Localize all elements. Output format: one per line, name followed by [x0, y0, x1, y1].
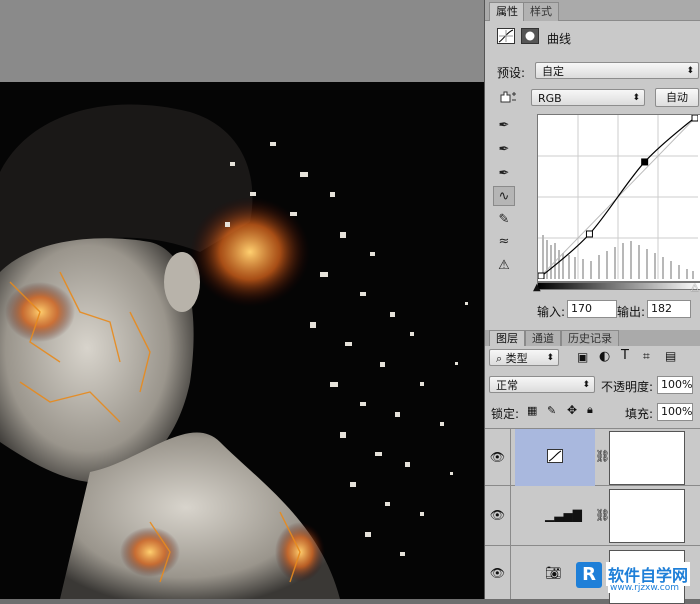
right-panel: 属性 样式 曲线 预设: 自定 ⬍ RGB ⬍ 自动 ✒ ✒ ✒ ∿ ✎ ≈ ⚠	[484, 0, 700, 604]
clipping-warning-icon[interactable]: ⚠	[493, 256, 515, 276]
layer-mask-thumbnail[interactable]	[609, 489, 685, 543]
properties-tabbar: 属性 样式	[485, 0, 700, 21]
lock-brush-icon[interactable]: ✎	[547, 404, 556, 417]
mask-link-icon[interactable]: ⛓︎	[595, 508, 610, 522]
curves-adjustment-icon	[497, 28, 515, 44]
fill-label: 填充:	[625, 407, 654, 421]
lock-position-icon[interactable]: ✥	[567, 403, 577, 417]
curve-point[interactable]	[691, 114, 699, 122]
levels-layer-icon: ▁▃▅▇	[545, 508, 582, 522]
channel-value: RGB	[538, 92, 562, 105]
filter-adjustment-icon[interactable]: ◐	[599, 349, 610, 364]
filter-smart-object-icon[interactable]: ▤	[665, 349, 676, 363]
opacity-field[interactable]: 100%	[657, 376, 693, 394]
curve-point[interactable]	[585, 230, 593, 238]
eye-icon: 👁︎	[489, 508, 506, 522]
curve-point[interactable]	[537, 272, 545, 280]
adjustment-name: 曲线	[547, 32, 572, 46]
input-field[interactable]: 170	[567, 300, 617, 318]
layer-mask-thumbnail[interactable]	[609, 431, 685, 485]
curves-layer-icon	[547, 449, 563, 466]
edit-points-curve-icon[interactable]: ∿	[493, 186, 515, 206]
smooth-curve-icon[interactable]: ≈	[493, 232, 515, 252]
watermark-logo: R	[576, 562, 602, 588]
opacity-label: 不透明度:	[601, 380, 654, 394]
sample-white-point-icon[interactable]: ✒	[493, 164, 515, 184]
layer-visibility-toggle[interactable]: 👁︎	[485, 486, 511, 545]
layer-visibility-toggle[interactable]: 👁︎	[485, 546, 511, 599]
output-field[interactable]: 182	[647, 300, 691, 318]
white-point-slider-icon[interactable]: △	[691, 282, 699, 293]
eye-icon: 👁︎	[489, 566, 506, 580]
search-icon: ⌕	[496, 352, 506, 365]
preset-label: 预设:	[497, 66, 526, 80]
lock-transparent-icon[interactable]: ▦	[527, 404, 537, 417]
tab-history[interactable]: 历史记录	[561, 330, 619, 346]
channel-select[interactable]: RGB ⬍	[531, 89, 645, 106]
layers-tabbar: 图层 通道 历史记录	[485, 330, 700, 346]
output-gradient-bar	[537, 282, 700, 290]
black-point-slider-icon[interactable]: ▲	[533, 282, 541, 293]
filter-kind: 类型	[505, 352, 528, 365]
updown-arrow-icon: ⬍	[686, 66, 694, 76]
canvas-background	[0, 0, 484, 82]
pencil-draw-icon[interactable]: ✎	[493, 210, 515, 230]
layer-adjustment-thumb[interactable]	[515, 429, 595, 486]
tab-styles[interactable]: 样式	[523, 2, 559, 21]
updown-arrow-icon: ⬍	[546, 353, 554, 363]
tab-layers[interactable]: 图层	[489, 330, 525, 346]
sample-black-point-icon[interactable]: ✒	[493, 116, 515, 136]
output-label: 输出:	[617, 305, 646, 319]
input-label: 输入:	[537, 305, 566, 319]
blend-mode-select[interactable]: 正常 ⬍	[489, 376, 595, 393]
curve-point[interactable]	[641, 158, 649, 166]
target-adjust-hand-icon[interactable]	[497, 88, 519, 106]
layer-row-curves[interactable]: 👁︎ ⛓︎	[485, 428, 700, 486]
camera-icon: 📷︎	[545, 566, 562, 581]
mask-icon[interactable]	[521, 28, 539, 44]
auto-button[interactable]: 自动	[655, 88, 699, 107]
lock-all-icon[interactable]: 🔒︎	[587, 403, 593, 417]
canvas-artwork	[0, 82, 484, 599]
fill-field[interactable]: 100%	[657, 403, 693, 421]
preset-select[interactable]: 自定 ⬍	[535, 62, 699, 79]
mask-link-icon[interactable]: ⛓︎	[595, 449, 610, 463]
watermark: R 软件自学网 www.rjzxw.com	[576, 562, 696, 594]
lock-label: 锁定:	[491, 407, 520, 421]
preset-value: 自定	[542, 65, 564, 78]
filter-type-icon[interactable]: T	[621, 348, 629, 363]
tab-properties[interactable]: 属性	[489, 2, 525, 21]
watermark-url: www.rjzxw.com	[608, 583, 681, 593]
tab-channels[interactable]: 通道	[525, 330, 561, 346]
blend-mode-value: 正常	[496, 379, 518, 392]
document-canvas[interactable]	[0, 82, 484, 599]
updown-arrow-icon: ⬍	[582, 380, 590, 390]
layer-filter-select[interactable]: ⌕ 类型 ⬍	[489, 349, 559, 366]
layer-row-levels[interactable]: 👁︎ ▁▃▅▇ ⛓︎	[485, 486, 700, 546]
filter-pixel-icon[interactable]: ▣	[577, 350, 588, 364]
filter-shape-icon[interactable]: ⌗	[643, 349, 650, 364]
curves-graph[interactable]	[537, 114, 700, 282]
layer-visibility-toggle[interactable]: 👁︎	[485, 429, 511, 485]
updown-arrow-icon: ⬍	[632, 93, 640, 103]
sample-gray-point-icon[interactable]: ✒	[493, 140, 515, 160]
eye-icon: 👁︎	[489, 450, 506, 464]
